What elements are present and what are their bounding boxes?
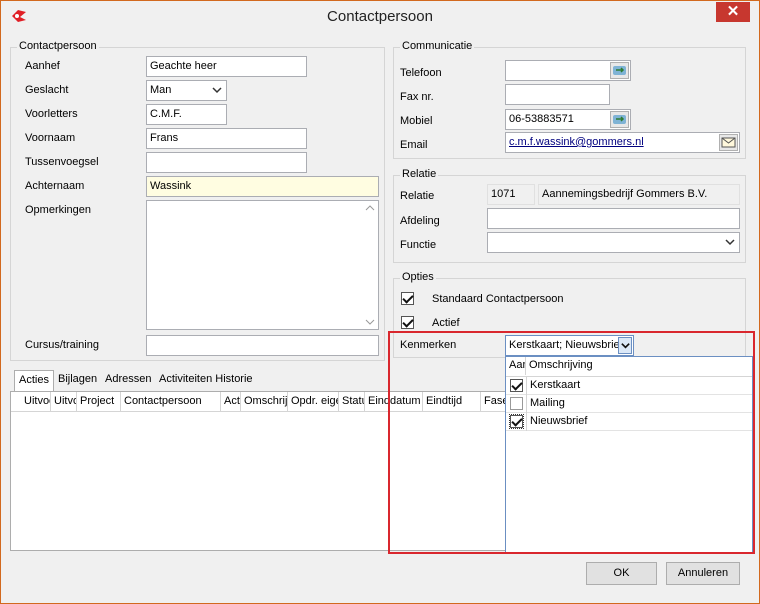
nieuwsbrief-checkbox[interactable] xyxy=(509,414,524,429)
ok-button[interactable]: OK xyxy=(586,562,657,585)
list-item-mailing[interactable]: Mailing xyxy=(506,395,752,413)
send-email-button[interactable] xyxy=(719,134,738,151)
dropdown-header: Aan Omschrijving xyxy=(506,357,752,377)
relatie-code-field: 1071 xyxy=(487,184,535,205)
tussenvoegsel-label: Tussenvoegsel xyxy=(25,156,99,168)
mailing-checkbox[interactable] xyxy=(510,397,523,410)
mobiel-label: Mobiel xyxy=(400,115,433,127)
achternaam-field[interactable]: Wassink xyxy=(146,176,379,197)
group-title: Contactpersoon xyxy=(17,40,99,52)
actief-label: Actief xyxy=(432,317,460,329)
column-header[interactable]: Status xyxy=(339,392,365,412)
kenmerken-select[interactable]: Kerstkaart; Nieuwsbrief xyxy=(505,335,634,356)
cancel-button[interactable]: Annuleren xyxy=(666,562,740,585)
window-title: Contactpersoon xyxy=(327,8,433,25)
telefoon-field[interactable] xyxy=(505,60,631,81)
geslacht-value: Man xyxy=(150,84,172,96)
tussenvoegsel-field[interactable] xyxy=(146,152,307,173)
column-header[interactable]: Eindtijd xyxy=(423,392,481,412)
tab-bijlagen[interactable]: Bijlagen xyxy=(54,370,101,390)
fax-field[interactable] xyxy=(505,84,610,105)
voorletters-label: Voorletters xyxy=(25,108,78,120)
list-item-nieuwsbrief[interactable]: Nieuwsbrief xyxy=(506,413,752,431)
contactpersoon-window: Contactpersoon ✕ Contactpersoon Aanhef G… xyxy=(0,0,760,604)
dial-mobile-button[interactable] xyxy=(610,111,629,128)
email-value[interactable]: c.m.f.wassink@gommers.nl xyxy=(509,136,644,148)
list-item-label: Kerstkaart xyxy=(526,377,582,395)
list-item-label: Nieuwsbrief xyxy=(526,413,589,431)
aanhef-label: Aanhef xyxy=(25,60,60,72)
fax-label: Fax nr. xyxy=(400,91,434,103)
standaard-label: Standaard Contactpersoon xyxy=(432,293,564,305)
column-header[interactable]: Omschrijving xyxy=(241,392,288,412)
acties-grid[interactable]: Uitvoe Uitvo Project Contactpersoon Acti… xyxy=(10,391,522,551)
afdeling-label: Afdeling xyxy=(400,215,440,227)
geslacht-select[interactable]: Man xyxy=(146,80,227,101)
scroll-up-icon[interactable] xyxy=(365,205,375,211)
phone-dial-icon xyxy=(613,66,626,75)
opmerkingen-textarea[interactable] xyxy=(146,200,379,330)
achternaam-label: Achternaam xyxy=(25,180,85,192)
tab-acties[interactable]: Acties xyxy=(14,370,54,391)
list-item-kerstkaart[interactable]: Kerstkaart xyxy=(506,377,752,395)
column-header[interactable]: Uitvoe xyxy=(21,392,51,412)
chevron-down-icon xyxy=(212,87,222,94)
scroll-down-icon[interactable] xyxy=(365,319,375,325)
list-item-label: Mailing xyxy=(526,395,567,413)
kenmerken-dropdown-button[interactable] xyxy=(618,337,632,354)
mobiel-value: 06-53883571 xyxy=(509,113,574,125)
group-title: Relatie xyxy=(400,168,439,180)
email-label: Email xyxy=(400,139,428,151)
close-button[interactable]: ✕ xyxy=(716,2,750,22)
kenmerken-value: Kerstkaart; Nieuwsbrief xyxy=(509,339,623,351)
dial-phone-button[interactable] xyxy=(610,62,629,79)
column-header[interactable]: Einddatum xyxy=(365,392,423,412)
voornaam-label: Voornaam xyxy=(25,132,76,144)
kenmerken-dropdown-list[interactable]: Aan Omschrijving Kerstkaart Mailing Nieu… xyxy=(505,356,753,553)
mobiel-field[interactable]: 06-53883571 xyxy=(505,109,631,130)
afdeling-field[interactable] xyxy=(487,208,740,229)
actief-checkbox[interactable] xyxy=(401,316,414,329)
opmerkingen-label: Opmerkingen xyxy=(25,204,92,216)
tab-activiteiten-historie[interactable]: Activiteiten Historie xyxy=(155,370,257,390)
functie-select[interactable] xyxy=(487,232,740,253)
tab-adressen[interactable]: Adressen xyxy=(101,370,155,390)
voorletters-field[interactable]: C.M.F. xyxy=(146,104,227,125)
phone-dial-icon xyxy=(613,115,626,124)
standaard-checkbox[interactable] xyxy=(401,292,414,305)
title-bar: Contactpersoon ✕ xyxy=(1,1,759,33)
cursus-field[interactable] xyxy=(146,335,379,356)
envelope-icon xyxy=(721,137,736,148)
group-title: Communicatie xyxy=(400,40,475,52)
dropdown-column-check[interactable]: Aan xyxy=(506,357,526,375)
column-header[interactable]: Acti xyxy=(221,392,241,412)
column-header[interactable]: Contactpersoon xyxy=(121,392,221,412)
cursus-label: Cursus/training xyxy=(25,339,99,351)
kenmerken-label: Kenmerken xyxy=(400,339,457,351)
email-field[interactable]: c.m.f.wassink@gommers.nl xyxy=(505,132,740,153)
relatie-name-field: Aannemingsbedrijf Gommers B.V. xyxy=(538,184,740,205)
grid-header: Uitvoe Uitvo Project Contactpersoon Acti… xyxy=(11,392,521,412)
functie-label: Functie xyxy=(400,239,437,251)
column-header[interactable]: Uitvo xyxy=(51,392,77,412)
voornaam-field[interactable]: Frans xyxy=(146,128,307,149)
aanhef-field[interactable]: Geachte heer xyxy=(146,56,307,77)
group-title: Opties xyxy=(400,271,436,283)
chevron-down-icon xyxy=(725,239,735,246)
column-header[interactable]: Project xyxy=(77,392,121,412)
relatie-label: Relatie xyxy=(400,190,435,202)
chevron-down-icon xyxy=(621,343,630,349)
column-header[interactable]: Opdr. eigenaar xyxy=(288,392,339,412)
telefoon-label: Telefoon xyxy=(400,67,442,79)
kerstkaart-checkbox[interactable] xyxy=(510,379,523,392)
dropdown-column-description[interactable]: Omschrijving xyxy=(526,357,752,375)
geslacht-label: Geslacht xyxy=(25,84,69,96)
